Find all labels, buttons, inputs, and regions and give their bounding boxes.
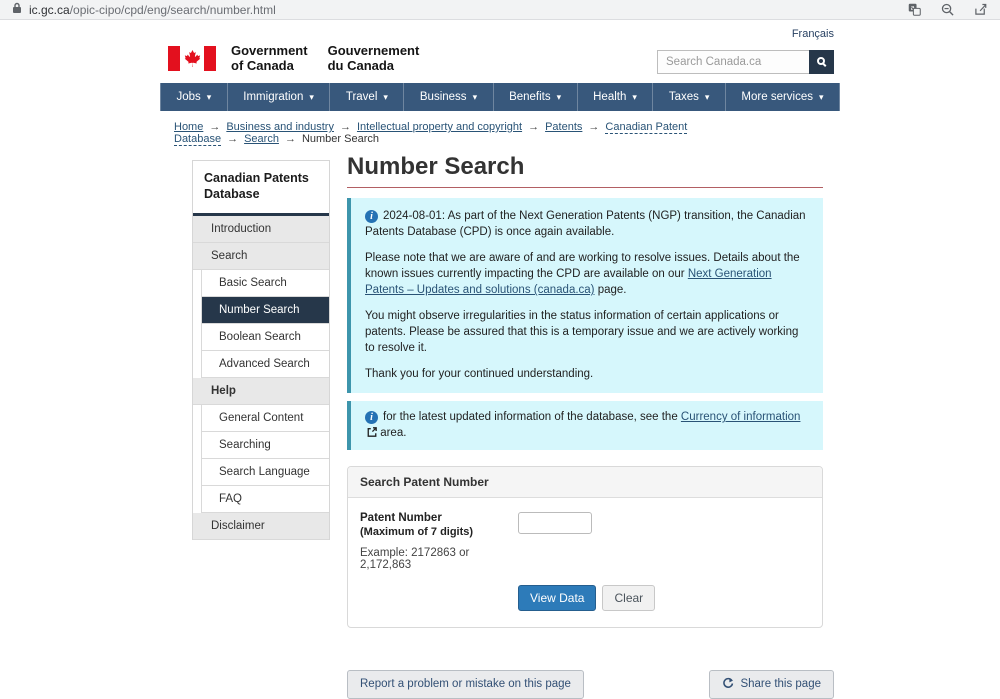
- nav-item-travel[interactable]: Travel: [329, 83, 403, 111]
- chevron-down-icon: [705, 91, 710, 103]
- breadcrumb-patents[interactable]: Patents: [545, 121, 582, 133]
- panel-title: Search Patent Number: [348, 467, 822, 498]
- canada-flag-icon: [168, 46, 216, 71]
- main-navigation: Jobs Immigration Travel Business Benefit…: [160, 83, 840, 111]
- nav-item-business[interactable]: Business: [403, 83, 492, 111]
- zoom-out-icon[interactable]: [941, 3, 954, 16]
- sidebar-item-disclaimer[interactable]: Disclaimer: [193, 513, 329, 540]
- share-icon: [722, 677, 734, 692]
- language-toggle-link[interactable]: Français: [792, 28, 834, 40]
- breadcrumb-home[interactable]: Home: [174, 121, 203, 133]
- browser-address-bar[interactable]: ic.gc.ca/opic-cipo/cpd/eng/search/number…: [0, 0, 1000, 20]
- logo-text-en: Government of Canada: [231, 43, 308, 73]
- breadcrumb-number-search: Number Search: [302, 133, 379, 145]
- sidebar-item-number-search[interactable]: Number Search: [201, 297, 329, 324]
- url-path: /opic-cipo/cpd/eng/search/number.html: [70, 3, 276, 17]
- breadcrumb-arrow-icon: [588, 121, 599, 133]
- currency-of-information-notice: ifor the latest updated information of t…: [347, 401, 823, 450]
- chevron-down-icon: [632, 91, 637, 103]
- sidebar-item-faq[interactable]: FAQ: [201, 486, 329, 513]
- chevron-down-icon: [819, 91, 824, 103]
- report-problem-button[interactable]: Report a problem or mistake on this page: [347, 670, 584, 699]
- breadcrumb: Home Business and industry Intellectual pr…: [160, 111, 840, 147]
- sidebar-item-basic-search[interactable]: Basic Search: [201, 270, 329, 297]
- breadcrumb-business-and-industry[interactable]: Business and industry: [226, 121, 334, 133]
- chevron-down-icon: [473, 91, 478, 103]
- notice-paragraph-4: Thank you for your continued understandi…: [365, 366, 809, 382]
- notice-paragraph-3: You might observe irregularities in the …: [365, 308, 809, 357]
- breadcrumb-intellectual-property[interactable]: Intellectual property and copyright: [357, 121, 522, 133]
- ngp-transition-notice: i2024-08-01: As part of the Next Generat…: [347, 198, 823, 393]
- sidebar-item-help[interactable]: Help: [193, 378, 329, 405]
- sidebar-item-introduction[interactable]: Introduction: [193, 216, 329, 243]
- external-link-icon: [365, 427, 377, 439]
- lock-icon: [12, 2, 22, 17]
- notice-paragraph-2: Please note that we are aware of and are…: [365, 250, 809, 299]
- breadcrumb-arrow-icon: [528, 121, 539, 133]
- notice-paragraph-1: 2024-08-01: As part of the Next Generati…: [365, 210, 806, 238]
- patent-number-example: Example: 2172863 or 2,172,863: [360, 547, 518, 571]
- patent-number-label: Patent Number: [360, 512, 518, 524]
- clear-button[interactable]: Clear: [602, 585, 655, 611]
- nav-item-immigration[interactable]: Immigration: [227, 83, 330, 111]
- nav-item-health[interactable]: Health: [577, 83, 653, 111]
- site-search-input[interactable]: [657, 50, 809, 74]
- search-icon: [817, 57, 825, 65]
- url-domain: ic.gc.ca: [29, 3, 70, 17]
- nav-item-taxes[interactable]: Taxes: [652, 83, 725, 111]
- breadcrumb-arrow-icon: [340, 121, 351, 133]
- page-title: Number Search: [347, 151, 823, 188]
- chevron-down-icon: [383, 91, 388, 103]
- breadcrumb-arrow-icon: [285, 133, 296, 145]
- nav-item-more-services[interactable]: More services: [725, 83, 840, 111]
- search-patent-number-panel: Search Patent Number Patent Number (Maxi…: [347, 466, 823, 628]
- government-of-canada-signature[interactable]: Government of Canada Gouvernement du Can…: [168, 43, 419, 73]
- maple-leaf-icon: [184, 50, 201, 67]
- sidebar-item-general-content[interactable]: General Content: [201, 405, 329, 432]
- sidebar-item-advanced-search[interactable]: Advanced Search: [201, 351, 329, 378]
- logo-text-fr: Gouvernement du Canada: [328, 43, 420, 73]
- translate-icon[interactable]: a: [908, 3, 921, 16]
- patent-number-input[interactable]: [518, 512, 592, 534]
- share-page-chrome-icon[interactable]: [974, 3, 988, 16]
- site-search: [657, 50, 834, 74]
- breadcrumb-arrow-icon: [209, 121, 220, 133]
- breadcrumb-search[interactable]: Search: [244, 133, 279, 145]
- view-data-button[interactable]: View Data: [518, 585, 596, 611]
- nav-item-benefits[interactable]: Benefits: [493, 83, 577, 111]
- sidebar-item-search[interactable]: Search: [193, 243, 329, 270]
- nav-item-jobs[interactable]: Jobs: [160, 83, 227, 111]
- patent-number-hint: (Maximum of 7 digits): [360, 526, 518, 538]
- share-page-button[interactable]: Share this page: [709, 670, 834, 699]
- section-sidebar: Canadian Patents Database Introduction S…: [192, 160, 330, 540]
- sidebar-title: Canadian Patents Database: [193, 161, 329, 216]
- chevron-down-icon: [309, 91, 314, 103]
- sidebar-item-searching[interactable]: Searching: [201, 432, 329, 459]
- site-search-button[interactable]: [809, 50, 834, 74]
- sidebar-item-search-language[interactable]: Search Language: [201, 459, 329, 486]
- sidebar-item-boolean-search[interactable]: Boolean Search: [201, 324, 329, 351]
- chevron-down-icon: [207, 91, 212, 103]
- info-icon: i: [365, 411, 378, 424]
- site-header: Government of Canada Gouvernement du Can…: [160, 20, 840, 83]
- info-icon: i: [365, 210, 378, 223]
- chevron-down-icon: [557, 91, 562, 103]
- breadcrumb-arrow-icon: [227, 133, 238, 145]
- currency-of-information-link[interactable]: Currency of information: [681, 411, 801, 423]
